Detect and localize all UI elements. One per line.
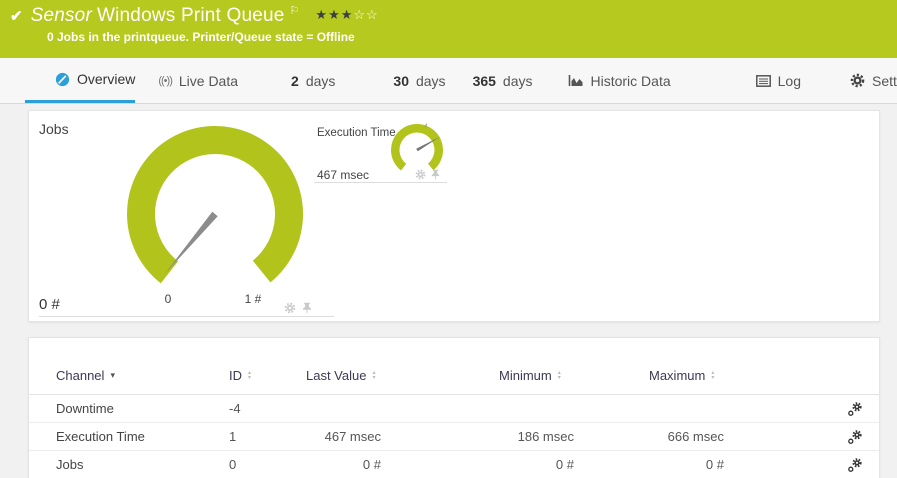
cell-minimum: 186 msec: [499, 429, 614, 444]
jobs-gauge-divider: [39, 316, 334, 317]
header-channel[interactable]: Channel ▾: [56, 368, 229, 383]
tab-overview-label: Overview: [77, 71, 135, 87]
jobs-gauge-actions: [284, 302, 313, 314]
tab-settings-label: Settings: [872, 73, 897, 89]
gauge-settings-gear-icon[interactable]: [415, 169, 426, 180]
jobs-gauge-max-label: 1 #: [233, 292, 273, 306]
jobs-gauge-title: Jobs: [39, 121, 69, 137]
header-id-label: ID: [229, 368, 242, 383]
cell-channel: Execution Time: [56, 429, 229, 444]
sensor-name: Windows Print Queue: [97, 5, 285, 26]
log-list-icon: [756, 75, 771, 87]
tab-2-days-num: 2: [291, 73, 299, 89]
tab-overview[interactable]: Overview: [25, 58, 135, 103]
edit-channel-gears-icon[interactable]: [847, 457, 863, 473]
cell-last-value: 0 #: [306, 457, 421, 472]
execution-time-gauge-value: 467 msec: [317, 168, 369, 182]
cell-minimum: 0 #: [499, 457, 614, 472]
execution-time-gauge-title: Execution Time: [317, 127, 396, 139]
tab-historic-data[interactable]: Historic Data: [568, 58, 671, 103]
tab-live-data[interactable]: ((•)) Live Data: [158, 58, 238, 103]
gauge-pin-icon[interactable]: [301, 302, 313, 314]
jobs-gauge: [115, 119, 315, 319]
cell-id: -4: [229, 401, 306, 416]
area-chart-icon: [568, 74, 584, 87]
live-data-icon: ((•)): [158, 75, 172, 87]
sort-icon: ▴▾: [248, 371, 251, 381]
tab-historic-data-label: Historic Data: [591, 73, 671, 89]
stars-empty: ☆☆: [353, 7, 378, 22]
tab-settings[interactable]: Settings: [850, 58, 897, 103]
flag-icon[interactable]: ⚐: [290, 4, 300, 17]
cell-maximum: 666 msec: [649, 429, 764, 444]
tab-log-label: Log: [778, 73, 801, 89]
header-minimum-label: Minimum: [499, 368, 552, 383]
table-row-jobs: Jobs 0 0 # 0 # 0 #: [29, 451, 879, 478]
header-channel-label: Channel: [56, 368, 104, 383]
edit-channel-gears-icon[interactable]: [847, 401, 863, 417]
header-maximum-label: Maximum: [649, 368, 705, 383]
cell-channel: Jobs: [56, 457, 229, 472]
tab-30-days-unit: days: [416, 73, 446, 89]
edit-channel-gears-icon[interactable]: [847, 429, 863, 445]
sensor-title-row: ✔ SensorWindows Print Queue ⚐ ★★★☆☆: [10, 5, 897, 27]
sort-icon: ▴▾: [711, 371, 714, 381]
page-title: SensorWindows Print Queue: [31, 5, 285, 27]
stars-filled: ★★★: [315, 7, 353, 22]
priority-stars[interactable]: ★★★☆☆: [315, 7, 378, 23]
table-row-execution-time: Execution Time 1 467 msec 186 msec 666 m…: [29, 423, 879, 451]
sort-desc-icon: ▾: [110, 370, 115, 381]
tab-log[interactable]: Log: [756, 58, 801, 103]
sensor-kind-label: Sensor: [31, 5, 92, 26]
header-last-value-label: Last Value: [306, 368, 366, 383]
cell-maximum: 0 #: [649, 457, 764, 472]
cell-last-value: 467 msec: [306, 429, 421, 444]
header-last-value[interactable]: Last Value ▴▾: [306, 368, 421, 383]
tab-30-days[interactable]: 30 days: [393, 58, 445, 103]
gear-icon: [850, 73, 865, 88]
gauge-pin-icon[interactable]: [430, 169, 441, 180]
jobs-gauge-value: 0 #: [39, 296, 60, 313]
channel-table-header: Channel ▾ ID ▴▾ Last Value ▴▾ Minimum ▴▾…: [29, 338, 879, 395]
tab-365-days-num: 365: [473, 73, 496, 89]
header-id[interactable]: ID ▴▾: [229, 368, 306, 383]
channel-table-panel: Channel ▾ ID ▴▾ Last Value ▴▾ Minimum ▴▾…: [28, 337, 880, 478]
cell-id: 0: [229, 457, 306, 472]
gauges-panel: Jobs 0 1 # 0 # Execution Time 467 msec: [28, 110, 880, 322]
sensor-status-message: 0 Jobs in the printqueue. Printer/Queue …: [47, 30, 897, 44]
gauge-icon: [55, 72, 70, 87]
header-maximum[interactable]: Maximum ▴▾: [649, 368, 764, 383]
table-row-downtime: Downtime -4: [29, 395, 879, 423]
tab-live-data-label: Live Data: [179, 73, 238, 89]
sort-icon: ▴▾: [558, 371, 561, 381]
tab-365-days-unit: days: [503, 73, 533, 89]
jobs-gauge-min-label: 0: [153, 292, 183, 306]
tab-2-days-unit: days: [306, 73, 336, 89]
cell-id: 1: [229, 429, 306, 444]
sensor-status-banner: ✔ SensorWindows Print Queue ⚐ ★★★☆☆ 0 Jo…: [0, 0, 897, 58]
tab-30-days-num: 30: [393, 73, 409, 89]
tab-bar: Overview ((•)) Live Data 2 days 30 days …: [0, 58, 897, 104]
execution-time-actions: [415, 169, 441, 180]
tab-365-days[interactable]: 365 days: [473, 58, 533, 103]
header-minimum[interactable]: Minimum ▴▾: [499, 368, 614, 383]
gauge-settings-gear-icon[interactable]: [284, 302, 296, 314]
execution-time-divider: [314, 182, 447, 183]
cell-channel: Downtime: [56, 401, 229, 416]
sort-icon: ▴▾: [372, 371, 375, 381]
status-check-icon: ✔: [10, 7, 23, 25]
tab-2-days[interactable]: 2 days: [291, 58, 335, 103]
